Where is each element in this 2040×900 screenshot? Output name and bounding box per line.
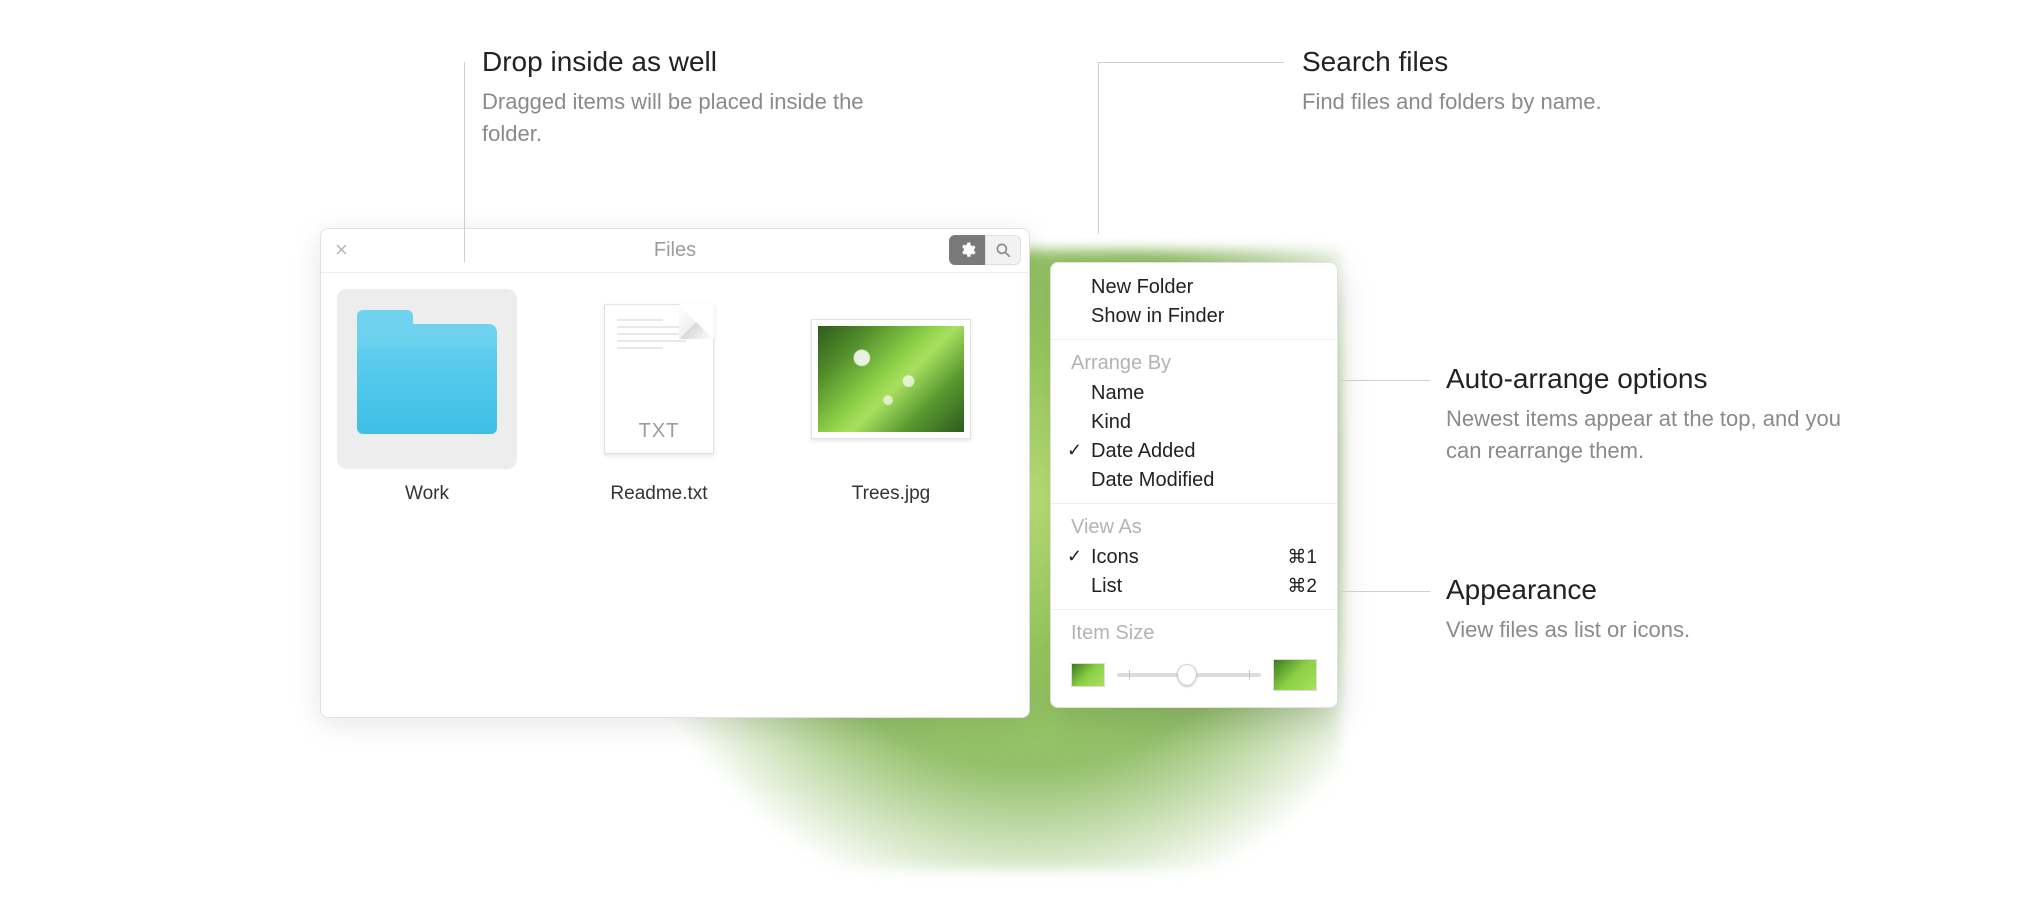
leader-appearance xyxy=(1340,591,1430,592)
folder-thumb xyxy=(337,289,517,469)
slider-max-icon xyxy=(1273,659,1317,691)
file-label: Work xyxy=(405,483,449,505)
image-icon xyxy=(811,319,971,439)
document-ext: TXT xyxy=(605,420,713,443)
annotation-appearance-desc: View files as list or icons. xyxy=(1446,614,1690,646)
menu-item-label: Date Added xyxy=(1091,440,1196,463)
file-label: Trees.jpg xyxy=(852,483,931,505)
folder-icon xyxy=(357,324,497,434)
menu-separator xyxy=(1051,339,1337,340)
menu-item-label: List xyxy=(1091,575,1122,598)
annotation-arrange: Auto-arrange options Newest items appear… xyxy=(1446,363,1846,467)
slider-min-icon xyxy=(1071,663,1105,687)
menu-item-label: New Folder xyxy=(1091,276,1193,299)
menu-arrange-name[interactable]: Name xyxy=(1051,379,1337,408)
menu-show-in-finder[interactable]: Show in Finder xyxy=(1051,302,1337,331)
search-icon[interactable] xyxy=(985,235,1021,265)
settings-menu: New Folder Show in Finder Arrange By Nam… xyxy=(1050,262,1338,708)
file-item-image[interactable]: Trees.jpg xyxy=(801,289,981,505)
menu-section-view: View As xyxy=(1051,512,1337,543)
txt-thumb: TXT xyxy=(569,289,749,469)
menu-shortcut: ⌘2 xyxy=(1287,575,1317,598)
file-item-folder[interactable]: Work xyxy=(337,289,517,505)
menu-shortcut: ⌘1 xyxy=(1287,546,1317,569)
annotation-drop-title: Drop inside as well xyxy=(482,46,882,78)
menu-item-label: Icons xyxy=(1091,546,1139,569)
menu-item-label: Date Modified xyxy=(1091,469,1214,492)
file-label: Readme.txt xyxy=(610,483,707,505)
leader-drop xyxy=(464,62,465,262)
annotation-arrange-title: Auto-arrange options xyxy=(1446,363,1846,395)
menu-item-label: Show in Finder xyxy=(1091,305,1224,328)
menu-view-list[interactable]: List ⌘2 xyxy=(1051,572,1337,601)
menu-separator xyxy=(1051,503,1337,504)
item-size-slider[interactable] xyxy=(1051,649,1337,691)
close-icon[interactable]: × xyxy=(335,239,348,261)
menu-item-label: Name xyxy=(1091,382,1144,405)
annotation-appearance: Appearance View files as list or icons. xyxy=(1446,574,1690,646)
menu-arrange-kind[interactable]: Kind xyxy=(1051,408,1337,437)
gear-icon[interactable] xyxy=(949,235,985,265)
annotation-drop-desc: Dragged items will be placed inside the … xyxy=(482,86,882,150)
files-area[interactable]: Work TXT Readme.txt xyxy=(321,273,1029,521)
leader-arrange xyxy=(1340,380,1430,381)
file-item-txt[interactable]: TXT Readme.txt xyxy=(569,289,749,505)
files-panel: × Files Work xyxy=(320,228,1030,718)
document-icon: TXT xyxy=(604,304,714,454)
toolbar xyxy=(949,235,1021,265)
panel-title: Files xyxy=(654,239,696,262)
annotation-arrange-desc: Newest items appear at the top, and you … xyxy=(1446,403,1846,467)
annotation-drop: Drop inside as well Dragged items will b… xyxy=(482,46,882,150)
menu-arrange-date-added[interactable]: Date Added xyxy=(1051,437,1337,466)
annotation-search-desc: Find files and folders by name. xyxy=(1302,86,1602,118)
menu-section-arrange: Arrange By xyxy=(1051,348,1337,379)
annotation-appearance-title: Appearance xyxy=(1446,574,1690,606)
slider-track[interactable] xyxy=(1117,673,1261,677)
image-thumb-shell xyxy=(801,289,981,469)
menu-item-label: Kind xyxy=(1091,411,1131,434)
annotation-search-title: Search files xyxy=(1302,46,1602,78)
annotation-search: Search files Find files and folders by n… xyxy=(1302,46,1602,118)
slider-knob[interactable] xyxy=(1177,664,1197,686)
menu-view-icons[interactable]: Icons ⌘1 xyxy=(1051,543,1337,572)
menu-new-folder[interactable]: New Folder xyxy=(1051,273,1337,302)
leader-search-h xyxy=(1098,62,1284,63)
menu-section-size: Item Size xyxy=(1051,618,1337,649)
menu-separator xyxy=(1051,609,1337,610)
leader-search-v xyxy=(1098,62,1099,234)
files-titlebar: × Files xyxy=(321,229,1029,273)
menu-arrange-date-modified[interactable]: Date Modified xyxy=(1051,466,1337,495)
